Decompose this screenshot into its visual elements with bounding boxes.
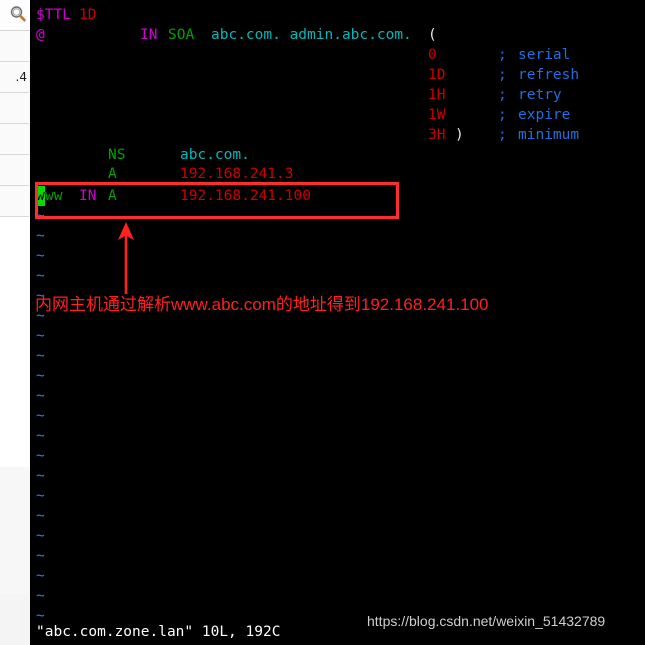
code-token: 1H	[428, 87, 446, 103]
code-token: expire	[518, 107, 571, 123]
line-retry[interactable]: 1H; retry	[30, 85, 645, 105]
code-token: abc.com.	[180, 147, 250, 163]
code-token: IN	[79, 188, 97, 204]
vim-empty-line-marker: ~	[36, 548, 45, 564]
vim-empty-line-marker: ~	[36, 228, 45, 244]
vim-empty-line-marker: ~	[36, 488, 45, 504]
code-token: SOA	[168, 27, 195, 43]
code-token: 1D	[79, 7, 97, 23]
code-token: IN	[140, 27, 158, 43]
vim-empty-line-marker: ~	[36, 348, 45, 364]
line-www[interactable]: w ww IN A 192.168.241.100	[30, 186, 645, 206]
vim-empty-line-marker: ~	[36, 568, 45, 584]
vim-empty-line-marker: ~	[36, 448, 45, 464]
vim-empty-line-marker: ~	[36, 408, 45, 424]
code-token: 192.168.241.100	[180, 188, 311, 204]
background-window-toolbar	[0, 0, 30, 31]
background-list-item[interactable]	[0, 186, 29, 217]
code-token: (	[428, 27, 437, 43]
line-serial[interactable]: 0; serial	[30, 45, 645, 65]
code-token: @	[36, 27, 45, 43]
line-expire[interactable]: 1W; expire	[30, 105, 645, 125]
vim-empty-line-marker: ~	[36, 248, 45, 264]
background-window-footer	[0, 595, 29, 645]
code-token: ww	[45, 188, 63, 204]
background-list-item[interactable]	[0, 155, 29, 186]
code-token: 1D	[428, 67, 446, 83]
code-token: A	[108, 188, 117, 204]
code-token: ;	[498, 67, 507, 83]
code-token: abc.com. admin.abc.com.	[211, 27, 412, 43]
background-list-item[interactable]: .4	[0, 62, 29, 93]
code-token: ;	[498, 107, 507, 123]
line-soa[interactable]: @ IN SOA abc.com. admin.abc.com. (	[30, 25, 645, 45]
watermark: https://blog.csdn.net/weixin_51432789	[367, 613, 606, 629]
code-token: A	[108, 166, 117, 182]
code-token: ;	[498, 47, 507, 63]
terminal-window[interactable]: $TTL 1D @ IN SOA abc.com. admin.abc.com. (0; se…	[30, 0, 645, 645]
vim-empty-line-marker: ~	[36, 268, 45, 284]
code-token: refresh	[518, 67, 580, 83]
code-token: ;	[498, 87, 507, 103]
vim-empty-line-marker: ~	[36, 428, 45, 444]
background-list-item[interactable]	[0, 124, 29, 155]
line-minimum[interactable]: 3H); minimum	[30, 125, 645, 145]
line-a-ns[interactable]: A 192.168.241.3	[30, 164, 645, 184]
vim-empty-line-marker: ~	[36, 328, 45, 344]
vim-empty-line-marker: ~	[36, 508, 45, 524]
vim-empty-line-marker: ~	[36, 368, 45, 384]
line-refresh[interactable]: 1D; refresh	[30, 65, 645, 85]
vim-empty-line-marker: ~	[36, 208, 45, 224]
vim-empty-line-marker: ~	[36, 388, 45, 404]
code-token: NS	[108, 147, 126, 163]
background-window-list: .4	[0, 31, 29, 467]
code-token: $TTL	[36, 7, 71, 23]
code-token: 3H	[428, 127, 446, 143]
vim-empty-line-marker: ~	[36, 588, 45, 604]
code-token: serial	[518, 47, 571, 63]
code-token: 0	[428, 47, 437, 63]
code-token: ;	[498, 127, 507, 143]
annotation-text: 内网主机通过解析www.abc.com的地址得到192.168.241.100	[35, 295, 489, 314]
background-list-item[interactable]	[0, 31, 29, 62]
code-token: 1W	[428, 107, 446, 123]
vim-empty-line-marker: ~	[36, 468, 45, 484]
line-ns[interactable]: NS abc.com.	[30, 145, 645, 165]
code-token: 192.168.241.3	[180, 166, 294, 182]
vim-cursor: w	[36, 186, 45, 206]
vim-empty-line-marker: ~	[36, 528, 45, 544]
search-icon[interactable]	[9, 5, 27, 23]
background-window: .4	[0, 0, 31, 645]
line-ttl[interactable]: $TTL 1D	[30, 5, 645, 25]
code-token: )	[455, 127, 464, 143]
code-token: retry	[518, 87, 562, 103]
code-token: minimum	[518, 127, 580, 143]
background-list-item[interactable]	[0, 93, 29, 124]
